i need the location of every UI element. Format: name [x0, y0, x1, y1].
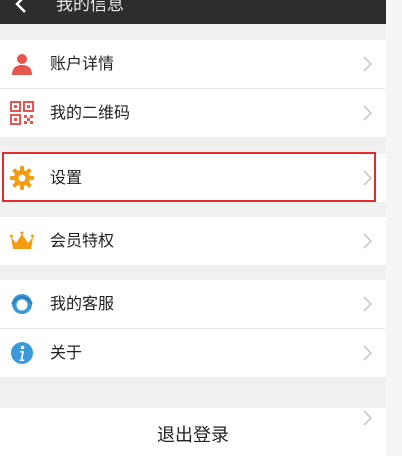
- menu-item-label: 我的二维码: [50, 103, 131, 122]
- menu-item-label: 账户详情: [50, 54, 115, 73]
- qr-code-icon: [10, 101, 34, 125]
- menu-item-label: 会员特权: [50, 231, 115, 250]
- customer-service-icon: [11, 294, 33, 314]
- account-group: 账户详情 我的二维码: [0, 40, 386, 137]
- crown-icon: [10, 231, 34, 249]
- menu-item-customer-service[interactable]: 我的客服: [0, 280, 386, 328]
- chevron-right-icon: [363, 56, 372, 72]
- page-title: 我的信息: [56, 0, 124, 15]
- chevron-right-icon: [363, 410, 372, 426]
- menu-item-label: 我的客服: [50, 294, 115, 313]
- menu-item-account-details[interactable]: 账户详情: [0, 40, 386, 88]
- right-gutter: [386, 0, 402, 456]
- chevron-left-icon[interactable]: [10, 0, 34, 16]
- chevron-right-icon: [363, 105, 372, 121]
- membership-group: 会员特权: [0, 217, 386, 265]
- chevron-right-icon: [363, 233, 372, 249]
- menu-item-qr-code[interactable]: 我的二维码: [0, 89, 386, 137]
- menu-item-membership[interactable]: 会员特权: [0, 217, 386, 265]
- settings-group: 设置: [0, 154, 386, 202]
- menu-item-label: 设置: [50, 168, 83, 187]
- chevron-right-icon: [363, 345, 372, 361]
- menu-item-settings[interactable]: 设置: [0, 154, 386, 202]
- logout-button[interactable]: 退出登录: [0, 408, 386, 456]
- chevron-right-icon: [363, 296, 372, 312]
- top-bar: 我的信息: [0, 0, 386, 24]
- menu-item-label: 关于: [50, 343, 83, 362]
- logout-label: 退出登录: [157, 425, 229, 446]
- support-group: 我的客服 关于: [0, 280, 386, 377]
- menu-item-about[interactable]: 关于: [0, 329, 386, 377]
- gear-icon: [10, 166, 34, 190]
- info-icon: [11, 342, 33, 364]
- person-icon: [12, 54, 32, 75]
- chevron-right-icon: [363, 170, 372, 186]
